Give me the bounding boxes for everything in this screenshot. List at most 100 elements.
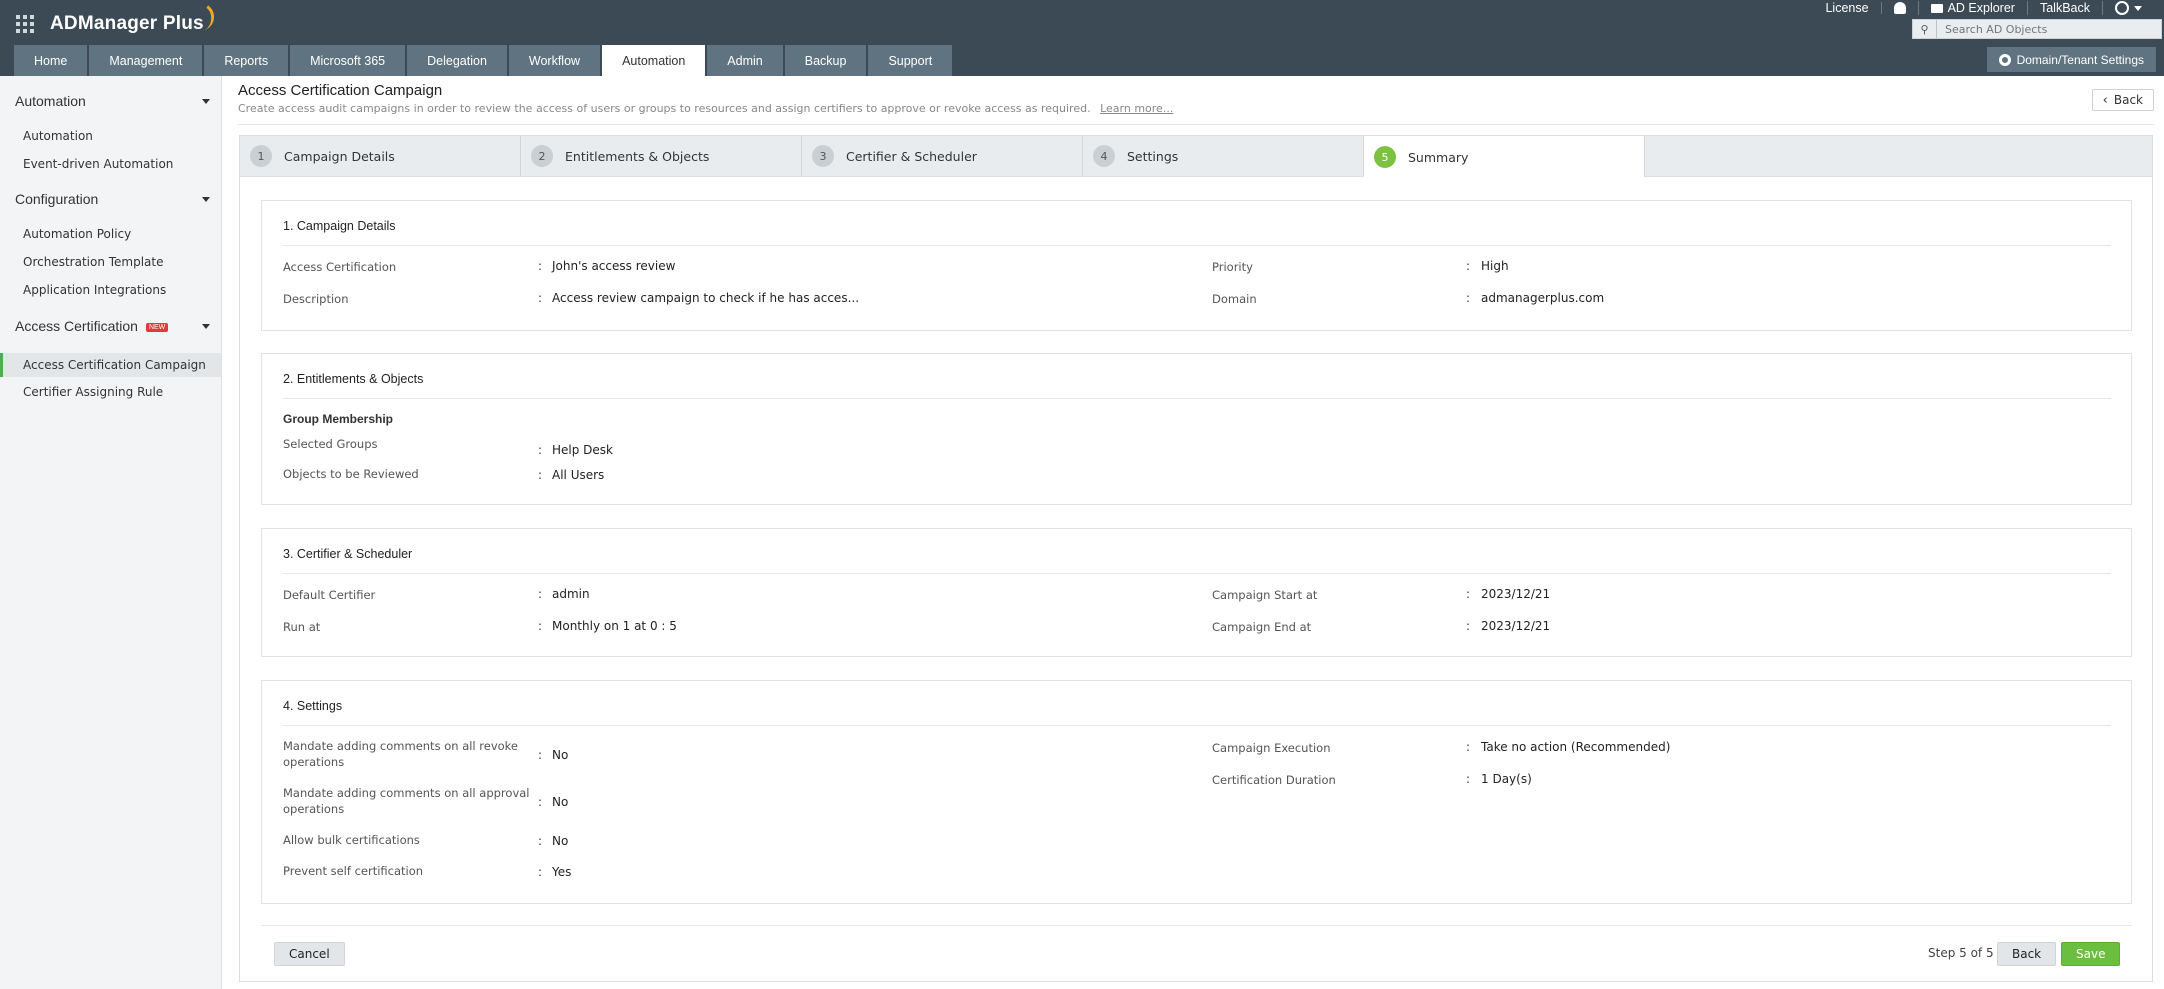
tab-home[interactable]: Home [14, 45, 88, 76]
logo-swoosh-icon [193, 0, 217, 32]
apps-grid-icon[interactable] [16, 15, 34, 33]
divider [261, 925, 2132, 926]
sidebar-item-event-driven-automation[interactable]: Event-driven Automation [0, 152, 221, 176]
label-line: operations [283, 755, 345, 769]
wizard-steps: 1 Campaign Details 2 Entitlements & Object… [239, 135, 2153, 178]
sidebar-item-certifier-assigning-rule[interactable]: Certifier Assigning Rule [0, 380, 221, 404]
default-certifier-label: Default Certifier [283, 588, 376, 602]
gear-icon [1998, 53, 2011, 66]
allow-bulk-certifications-label: Allow bulk certifications [283, 833, 420, 847]
step-number: 1 [250, 145, 272, 167]
sidebar-section-title: Access Certification [15, 318, 138, 334]
app-logo[interactable]: ADManager Plus [50, 13, 204, 35]
divider [283, 398, 2111, 399]
tab-management[interactable]: Management [89, 45, 203, 76]
divider [283, 573, 2111, 574]
campaign-execution-label: Campaign Execution [1212, 741, 1331, 755]
search-icon[interactable]: ⚲ [1913, 20, 1937, 38]
cancel-button[interactable]: Cancel [274, 942, 345, 966]
step-certifier-scheduler[interactable]: 3 Certifier & Scheduler [802, 136, 1083, 176]
sidebar-item-automation[interactable]: Automation [0, 124, 221, 148]
sidebar-section-label: Configuration [15, 191, 99, 207]
save-button[interactable]: Save [2061, 942, 2121, 966]
step-number: 2 [531, 145, 553, 167]
step-settings[interactable]: 4 Settings [1083, 136, 1364, 176]
domain-tenant-settings-label: Domain/Tenant Settings [2016, 52, 2144, 67]
tab-admin[interactable]: Admin [707, 45, 783, 76]
sidebar-item-application-integrations[interactable]: Application Integrations [0, 278, 221, 302]
page-subtitle-text: Create access audit campaigns in order t… [238, 102, 1091, 115]
ad-explorer-label: AD Explorer [1947, 1, 2015, 15]
domain-label: Domain [1212, 292, 1257, 306]
objects-to-be-reviewed-value: All Users [552, 468, 605, 482]
license-link[interactable]: License [1813, 1, 1880, 15]
priority-value: High [1481, 259, 1509, 273]
default-certifier-value: admin [552, 587, 590, 601]
step-summary[interactable]: 5 Summary [1364, 136, 1645, 178]
sidebar-item-automation-policy[interactable]: Automation Policy [0, 222, 221, 246]
tab-microsoft-365[interactable]: Microsoft 365 [290, 45, 406, 76]
divider [283, 725, 2111, 726]
mandate-approval-comments-label: Mandate adding comments on all approval … [283, 785, 530, 817]
prevent-self-certification-value: Yes [552, 865, 572, 879]
label-line: operations [283, 802, 345, 816]
access-certification-value: John's access review [552, 259, 676, 273]
tab-delegation[interactable]: Delegation [407, 45, 507, 76]
sidebar-item-access-certification-campaign[interactable]: Access Certification Campaign [0, 353, 221, 377]
talkback-link[interactable]: TalkBack [2026, 1, 2102, 15]
description-label: Description [283, 292, 349, 306]
user-icon [2115, 1, 2129, 15]
notifications-button[interactable] [1880, 2, 1918, 14]
bell-icon [1893, 2, 1906, 14]
ad-explorer-link[interactable]: AD Explorer [1917, 1, 2027, 15]
user-menu-button[interactable] [2102, 1, 2154, 15]
back-button[interactable]: Back [1997, 942, 2057, 966]
step-label: Certifier & Scheduler [846, 148, 977, 164]
step-count: Step 5 of 5 [1928, 946, 1994, 960]
colon: : [538, 291, 543, 305]
learn-more-link[interactable]: Learn more... [1100, 102, 1173, 115]
step-label: Campaign Details [284, 148, 395, 164]
selected-groups-label: Selected Groups [283, 437, 378, 451]
step-entitlements-objects[interactable]: 2 Entitlements & Objects [521, 136, 802, 176]
allow-bulk-certifications-value: No [552, 834, 569, 848]
colon: : [538, 619, 543, 633]
colon: : [1466, 587, 1471, 601]
domain-tenant-settings-button[interactable]: Domain/Tenant Settings [1986, 47, 2156, 72]
colon: : [1466, 740, 1471, 754]
settings-card: 4. Settings Mandate adding comments on a… [261, 680, 2132, 904]
tab-support[interactable]: Support [868, 45, 953, 76]
certification-duration-label: Certification Duration [1212, 773, 1336, 787]
colon: : [1466, 259, 1471, 273]
label-line: Mandate adding comments on all revoke [283, 739, 519, 753]
card-title: 3. Certifier & Scheduler [283, 547, 413, 561]
sidebar-section-configuration[interactable]: Configuration [15, 191, 210, 207]
sidebar-section-access-certification[interactable]: Access Certification NEW [15, 318, 210, 334]
divider [283, 245, 2111, 246]
tab-reports[interactable]: Reports [204, 45, 289, 76]
prevent-self-certification-label: Prevent self certification [283, 864, 424, 878]
run-at-value: Monthly on 1 at 0 : 5 [552, 619, 677, 633]
main-nav: Home Management Reports Microsoft 365 De… [14, 45, 954, 76]
colon: : [1466, 291, 1471, 305]
back-button-top[interactable]: ‹ Back [2091, 89, 2154, 111]
tab-backup[interactable]: Backup [784, 45, 867, 76]
campaign-execution-value: Take no action (Recommended) [1481, 740, 1671, 754]
page-subtitle: Create access audit campaigns in order t… [238, 102, 1173, 115]
tab-workflow[interactable]: Workflow [508, 45, 601, 76]
search-box: ⚲ [1912, 19, 2162, 39]
search-input[interactable] [1937, 22, 2147, 36]
step-label: Summary [1408, 149, 1469, 165]
page-title: Access Certification Campaign [238, 82, 443, 99]
folder-icon [1930, 3, 1943, 13]
step-campaign-details[interactable]: 1 Campaign Details [240, 136, 521, 176]
label-line: Mandate adding comments on all approval [283, 786, 530, 800]
caret-down-icon [2134, 5, 2142, 11]
step-number: 4 [1093, 145, 1115, 167]
mandate-revoke-comments-value: No [552, 748, 569, 762]
sidebar-item-orchestration-template[interactable]: Orchestration Template [0, 250, 221, 274]
tab-automation[interactable]: Automation [602, 45, 706, 76]
sidebar: Automation Automation Event-driven Autom… [0, 76, 222, 989]
card-title: 1. Campaign Details [283, 219, 396, 233]
sidebar-section-automation[interactable]: Automation [15, 93, 210, 109]
